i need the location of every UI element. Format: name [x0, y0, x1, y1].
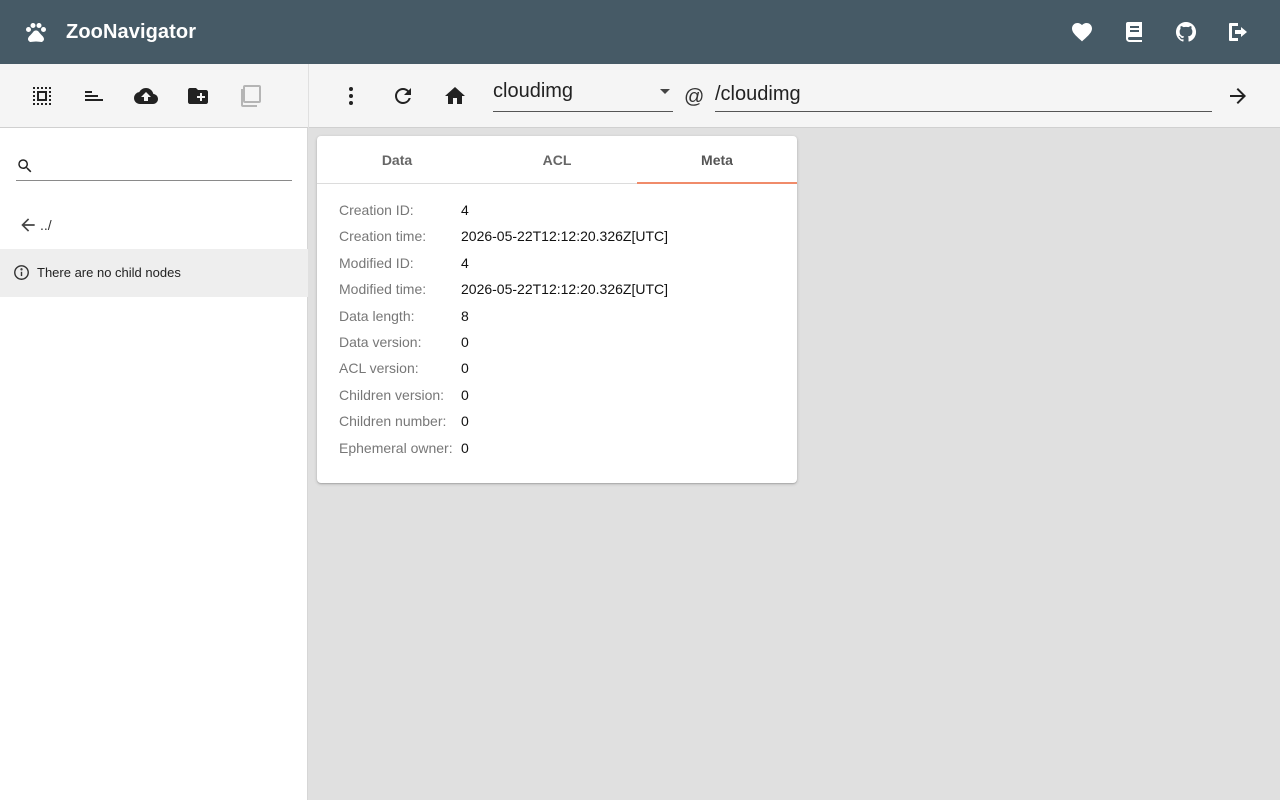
main-toolbar: cloudimg @	[309, 64, 1280, 128]
sidebar: ../ There are no child nodes	[0, 64, 308, 800]
sort-icon[interactable]	[82, 84, 106, 108]
upload-icon[interactable]	[134, 84, 158, 108]
heart-icon[interactable]	[1070, 20, 1094, 44]
meta-value: 0	[461, 360, 469, 377]
app-title: ZooNavigator	[66, 21, 197, 43]
connection-value: cloudimg	[493, 80, 574, 102]
home-icon[interactable]	[443, 84, 467, 108]
meta-value: 4	[461, 202, 469, 218]
meta-key: Children number:	[339, 413, 447, 430]
parent-node-item[interactable]: ../	[0, 205, 308, 245]
node-tabs: Data ACL Meta	[317, 136, 797, 184]
connection-select[interactable]: cloudimg	[493, 78, 673, 112]
select-all-icon[interactable]	[30, 84, 54, 108]
dropdown-arrow-icon	[660, 89, 670, 94]
empty-children-message: There are no child nodes	[0, 249, 308, 297]
search-field	[16, 152, 292, 181]
copy-icon[interactable]	[238, 84, 262, 108]
info-icon	[14, 265, 29, 280]
meta-key: Children version:	[339, 386, 445, 403]
meta-value: 0	[461, 413, 469, 430]
sidebar-toolbar	[0, 64, 308, 128]
tab-acl[interactable]: ACL	[477, 136, 637, 184]
search-input[interactable]	[40, 152, 292, 180]
meta-key: Modified time:	[339, 281, 427, 298]
meta-value: 0	[461, 333, 469, 350]
meta-value: 2026-05-22T12:12:20.326Z[UTC]	[461, 228, 669, 245]
meta-value: 8	[461, 307, 469, 324]
at-separator: @	[684, 86, 705, 108]
meta-key: Ephemeral owner:	[339, 439, 453, 456]
meta-key: Creation ID:	[339, 202, 414, 218]
arrow-back-icon	[21, 218, 35, 232]
search-icon	[18, 159, 32, 173]
meta-key: ACL version:	[339, 360, 419, 377]
app-bar: ZooNavigator	[0, 0, 1280, 64]
more-vert-icon[interactable]	[339, 84, 363, 108]
meta-key: Data length:	[339, 307, 415, 324]
tab-data[interactable]: Data	[317, 136, 477, 184]
empty-children-label: There are no child nodes	[37, 265, 181, 280]
book-icon[interactable]	[1122, 20, 1146, 44]
github-icon[interactable]	[1174, 20, 1198, 44]
meta-key: Data version:	[339, 333, 422, 350]
path-input[interactable]	[715, 78, 1212, 112]
create-folder-icon[interactable]	[186, 84, 210, 108]
node-details-card: Data ACL Meta Creation ID: 4 Creation ti…	[317, 136, 797, 483]
refresh-icon[interactable]	[391, 84, 415, 108]
logout-icon[interactable]	[1226, 20, 1250, 44]
meta-value: 0	[461, 386, 469, 403]
meta-key: Modified ID:	[339, 254, 414, 271]
meta-value: 2026-05-22T12:12:20.326Z[UTC]	[461, 281, 669, 298]
arrow-forward-icon[interactable]	[1226, 84, 1250, 108]
meta-value: 0	[461, 439, 469, 456]
tab-meta[interactable]: Meta	[637, 136, 797, 184]
paw-icon	[26, 23, 46, 43]
meta-key: Creation time:	[339, 228, 427, 245]
meta-value: 4	[461, 254, 469, 271]
parent-node-label: ../	[40, 217, 52, 233]
